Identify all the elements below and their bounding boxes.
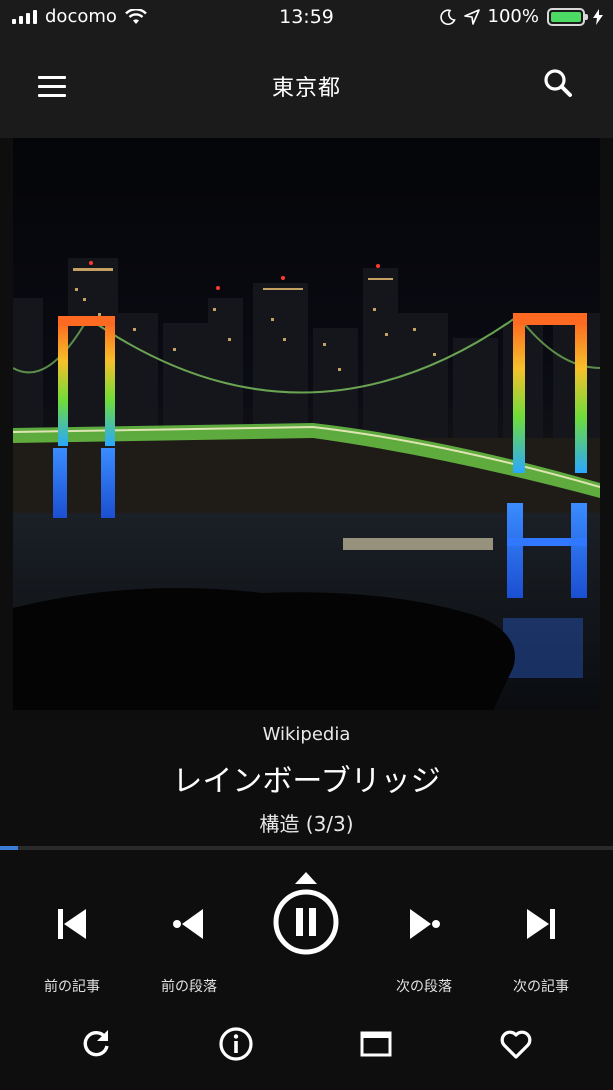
next-paragraph-button[interactable]: 次の段落 — [369, 904, 479, 996]
progress-fill — [0, 846, 19, 850]
prev-article-label: 前の記事 — [44, 979, 100, 995]
page-title: 東京都 — [271, 76, 341, 101]
article-section: 構造 (3/3) — [259, 812, 354, 836]
next-article-button[interactable]: 次の記事 — [486, 904, 596, 996]
next-paragraph-icon — [410, 909, 440, 939]
search-icon[interactable] — [539, 64, 579, 104]
next-paragraph-label: 次の段落 — [396, 979, 452, 995]
charging-icon — [593, 8, 603, 25]
article-title: レインボーブリッジ — [172, 764, 441, 799]
info-icon[interactable] — [218, 1026, 254, 1062]
article-source: Wikipedia — [262, 724, 351, 745]
prev-paragraph-label: 前の段落 — [161, 979, 217, 995]
prev-paragraph-icon — [173, 909, 203, 939]
battery-percent: 100% — [487, 6, 539, 27]
article-image — [13, 138, 600, 710]
playback-progress[interactable] — [0, 846, 613, 850]
pause-button[interactable] — [272, 888, 340, 956]
heart-icon[interactable] — [498, 1026, 534, 1062]
skip-next-icon — [527, 909, 555, 939]
skip-previous-icon — [58, 909, 86, 939]
hamburger-menu-icon[interactable] — [30, 66, 74, 106]
location-icon — [463, 8, 480, 25]
expand-up-icon[interactable] — [295, 872, 317, 884]
prev-paragraph-button[interactable]: 前の段落 — [134, 904, 244, 996]
next-article-label: 次の記事 — [513, 979, 569, 995]
battery-icon — [547, 7, 588, 26]
moon-icon — [439, 8, 456, 25]
refresh-icon[interactable] — [78, 1026, 114, 1062]
status-bar: docomo 13:59 100% — [0, 0, 613, 34]
prev-article-button[interactable]: 前の記事 — [17, 904, 127, 996]
app-header: 東京都 — [0, 34, 613, 138]
window-icon[interactable] — [358, 1026, 394, 1062]
